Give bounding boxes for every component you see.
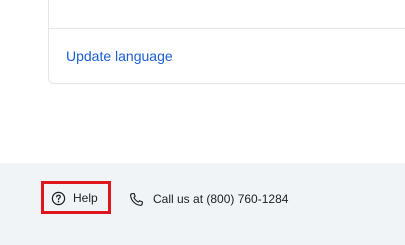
- settings-card: Update language: [48, 0, 405, 84]
- question-circle-icon: [51, 191, 66, 206]
- phone-icon: [129, 192, 144, 207]
- footer: Help Call us at (800) 760-1284: [0, 163, 405, 245]
- update-language-link[interactable]: Update language: [66, 48, 173, 64]
- call-us-text: Call us at (800) 760-1284: [153, 192, 289, 206]
- help-button[interactable]: Help: [51, 188, 98, 208]
- card-divider: [49, 28, 405, 29]
- page: Update language Help Call us at (800) 76…: [0, 0, 405, 245]
- call-us-row: Call us at (800) 760-1284: [129, 189, 288, 209]
- help-label: Help: [73, 191, 98, 205]
